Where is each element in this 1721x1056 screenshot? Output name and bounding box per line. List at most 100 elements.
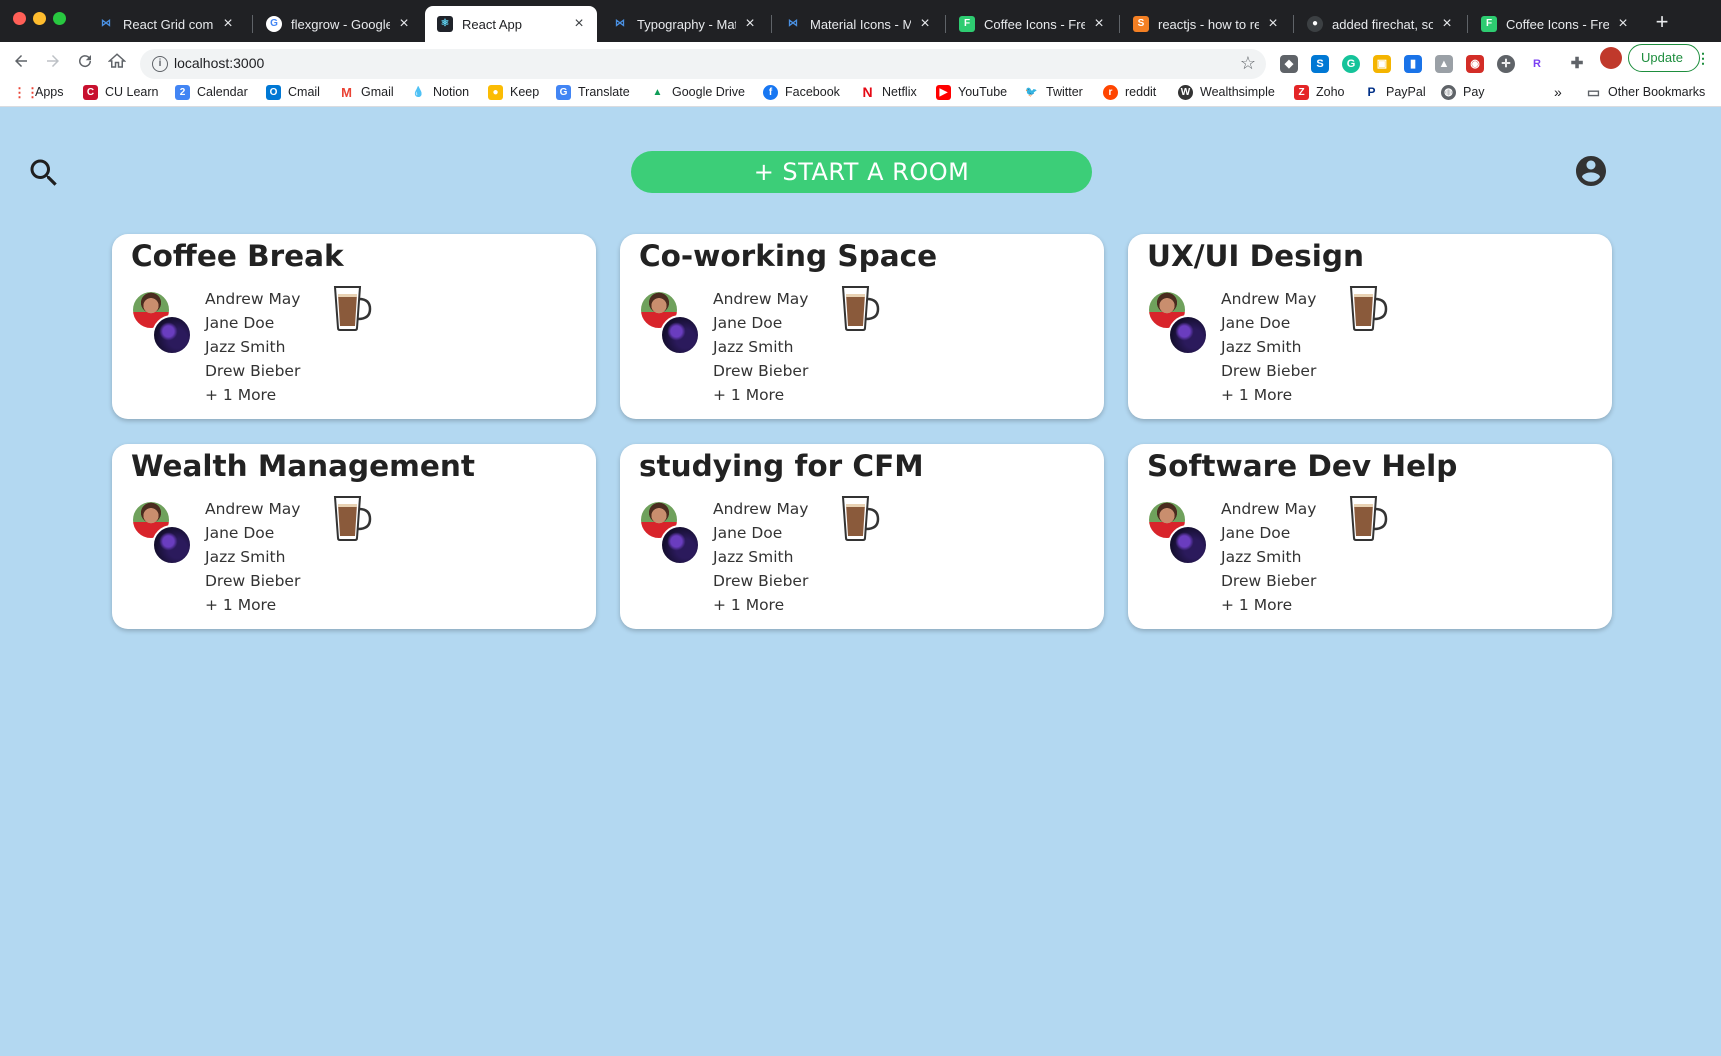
bookmark-pay[interactable]: ◍ Pay — [1441, 82, 1485, 102]
app-root: + START A ROOM Coffee Break Andrew May J… — [0, 107, 1721, 1056]
bookmark-facebook[interactable]: f Facebook — [763, 82, 840, 102]
bookmark-youtube[interactable]: ▶ YouTube — [936, 82, 1007, 102]
bookmark-paypal[interactable]: P PayPal — [1364, 82, 1425, 102]
move-extension-icon[interactable]: ✛ — [1497, 55, 1515, 73]
more-menu-icon[interactable]: ⋮ — [1696, 44, 1710, 72]
bookmarks-bar: ⋮⋮ Apps C CU Learn 2 Calendar O Cmail M … — [0, 78, 1721, 106]
more-members: + 1 More — [1221, 386, 1293, 404]
avatar — [152, 315, 192, 355]
account-circle-icon[interactable] — [1573, 153, 1609, 189]
close-tab-icon[interactable]: × — [917, 15, 933, 33]
close-tab-icon[interactable]: × — [742, 15, 758, 33]
member-name: Jane Doe — [1221, 314, 1291, 332]
room-card[interactable]: Coffee Break Andrew May Jane Doe Jazz Sm… — [112, 234, 596, 419]
bookmarks-overflow-button[interactable]: » — [1554, 82, 1562, 102]
bookmark-cu-learn[interactable]: C CU Learn — [83, 82, 159, 102]
tab-typography[interactable]: ⋈ Typography - Mate × — [600, 6, 768, 42]
member-name: Jazz Smith — [713, 338, 794, 356]
member-list: Andrew May Jane Doe Jazz Smith Drew Bieb… — [205, 497, 300, 617]
maximize-window-button[interactable] — [53, 12, 66, 25]
reload-icon — [79, 55, 92, 68]
bookmark-netflix[interactable]: N Netflix — [860, 82, 916, 102]
cu-learn-icon: C — [83, 84, 98, 100]
bookmark-other-bookmarks[interactable]: ▭ Other Bookmarks — [1586, 82, 1705, 102]
tab-coffee-icons-2[interactable]: F Coffee Icons - Free × — [1469, 6, 1641, 42]
rakuten-extension-icon[interactable]: R — [1528, 55, 1546, 73]
apps-grid-icon: ⋮⋮ — [13, 84, 39, 100]
tab-flexgrow[interactable]: G flexgrow - Google S × — [254, 6, 422, 42]
tab-react-app[interactable]: ⚛ React App × — [425, 6, 597, 42]
close-tab-icon[interactable]: × — [1265, 15, 1281, 33]
facebook-icon: f — [763, 84, 778, 100]
bookmark-keep[interactable]: ● Keep — [488, 82, 539, 102]
member-name: Andrew May — [205, 290, 301, 308]
more-members: + 1 More — [713, 596, 785, 614]
member-name: Jazz Smith — [205, 548, 286, 566]
member-name: Andrew May — [205, 500, 301, 518]
extension-icon[interactable]: ▲ — [1435, 55, 1453, 73]
site-info-icon[interactable]: i — [152, 56, 168, 72]
more-members: + 1 More — [713, 386, 785, 404]
arrow-left-icon — [15, 55, 27, 67]
grammarly-extension-icon[interactable]: G — [1342, 55, 1360, 73]
close-window-button[interactable] — [13, 12, 26, 25]
room-card[interactable]: UX/UI Design Andrew May Jane Doe Jazz Sm… — [1128, 234, 1612, 419]
lastpass-extension-icon[interactable]: ◉ — [1466, 55, 1484, 73]
room-card[interactable]: Co-working Space Andrew May Jane Doe Jaz… — [620, 234, 1104, 419]
forward-button[interactable] — [37, 48, 69, 80]
back-button[interactable] — [5, 48, 37, 80]
bookmark-reddit[interactable]: r reddit — [1103, 82, 1156, 102]
skype-extension-icon[interactable]: S — [1311, 55, 1329, 73]
bookmark-apps[interactable]: ⋮⋮ Apps — [13, 82, 64, 102]
coffee-mug-icon — [333, 286, 372, 331]
bookmark-notion[interactable]: 💧 Notion — [411, 82, 469, 102]
coffee-mug-icon — [1349, 286, 1388, 331]
room-card[interactable]: Software Dev Help Andrew May Jane Doe Ja… — [1128, 444, 1612, 629]
mui-icon: ⋈ — [788, 18, 798, 29]
url-text[interactable]: localhost:3000 — [174, 55, 264, 71]
ublock-extension-icon[interactable]: ◆ — [1280, 55, 1298, 73]
member-name: Jane Doe — [713, 314, 783, 332]
update-button[interactable]: Update — [1628, 44, 1700, 72]
more-members: + 1 More — [205, 596, 277, 614]
tab-material-icons[interactable]: ⋈ Material Icons - Ma × — [773, 6, 943, 42]
search-icon[interactable] — [26, 155, 62, 191]
close-tab-icon[interactable]: × — [220, 15, 236, 33]
close-tab-icon[interactable]: × — [1615, 15, 1631, 33]
address-bar[interactable]: i localhost:3000 ☆ — [140, 49, 1266, 79]
bookmark-translate[interactable]: G Translate — [556, 82, 630, 102]
bookmark-wealthsimple[interactable]: W Wealthsimple — [1178, 82, 1275, 102]
tab-github-firechat[interactable]: ● added firechat, son × — [1295, 6, 1465, 42]
close-tab-icon[interactable]: × — [1091, 15, 1107, 33]
tab-reactjs-stackoverflow[interactable]: S reactjs - how to res × — [1121, 6, 1291, 42]
bookmark-twitter[interactable]: 🐦 Twitter — [1024, 82, 1083, 102]
home-button[interactable] — [101, 48, 133, 80]
calendar-icon: 2 — [175, 84, 190, 100]
room-card[interactable]: studying for CFM Andrew May Jane Doe Jaz… — [620, 444, 1104, 629]
tab-react-grid[interactable]: ⋈ React Grid compon × — [86, 6, 246, 42]
close-tab-icon[interactable]: × — [1439, 15, 1455, 33]
new-tab-button[interactable]: + — [1648, 8, 1676, 36]
bookmark-gmail[interactable]: M Gmail — [339, 82, 394, 102]
member-name: Jane Doe — [713, 524, 783, 542]
member-name: Drew Bieber — [1221, 572, 1317, 590]
profile-avatar[interactable] — [1600, 47, 1622, 69]
bookmark-zoho[interactable]: Z Zoho — [1294, 82, 1345, 102]
tab-strip: ⋈ React Grid compon × G flexgrow - Googl… — [0, 0, 1721, 42]
screenshot-extension-icon[interactable]: ▣ — [1373, 55, 1391, 73]
close-tab-icon[interactable]: × — [396, 15, 412, 33]
reddit-icon: r — [1103, 84, 1118, 100]
room-card[interactable]: Wealth Management Andrew May Jane Doe Ja… — [112, 444, 596, 629]
bookmark-calendar[interactable]: 2 Calendar — [175, 82, 248, 102]
bookmark-google-drive[interactable]: ▲ Google Drive — [650, 82, 745, 102]
avatar — [152, 525, 192, 565]
bookmark-cmail[interactable]: O Cmail — [266, 82, 320, 102]
bookmark-star-icon[interactable]: ☆ — [1240, 53, 1256, 74]
minimize-window-button[interactable] — [33, 12, 46, 25]
puzzle-extensions-icon[interactable]: ✚ — [1568, 55, 1586, 73]
close-tab-icon[interactable]: × — [571, 15, 587, 33]
reload-button[interactable] — [69, 48, 101, 80]
start-room-button[interactable]: + START A ROOM — [631, 151, 1092, 193]
tab-coffee-icons[interactable]: F Coffee Icons - Free × — [947, 6, 1117, 42]
honey-extension-icon[interactable]: ▮ — [1404, 55, 1422, 73]
